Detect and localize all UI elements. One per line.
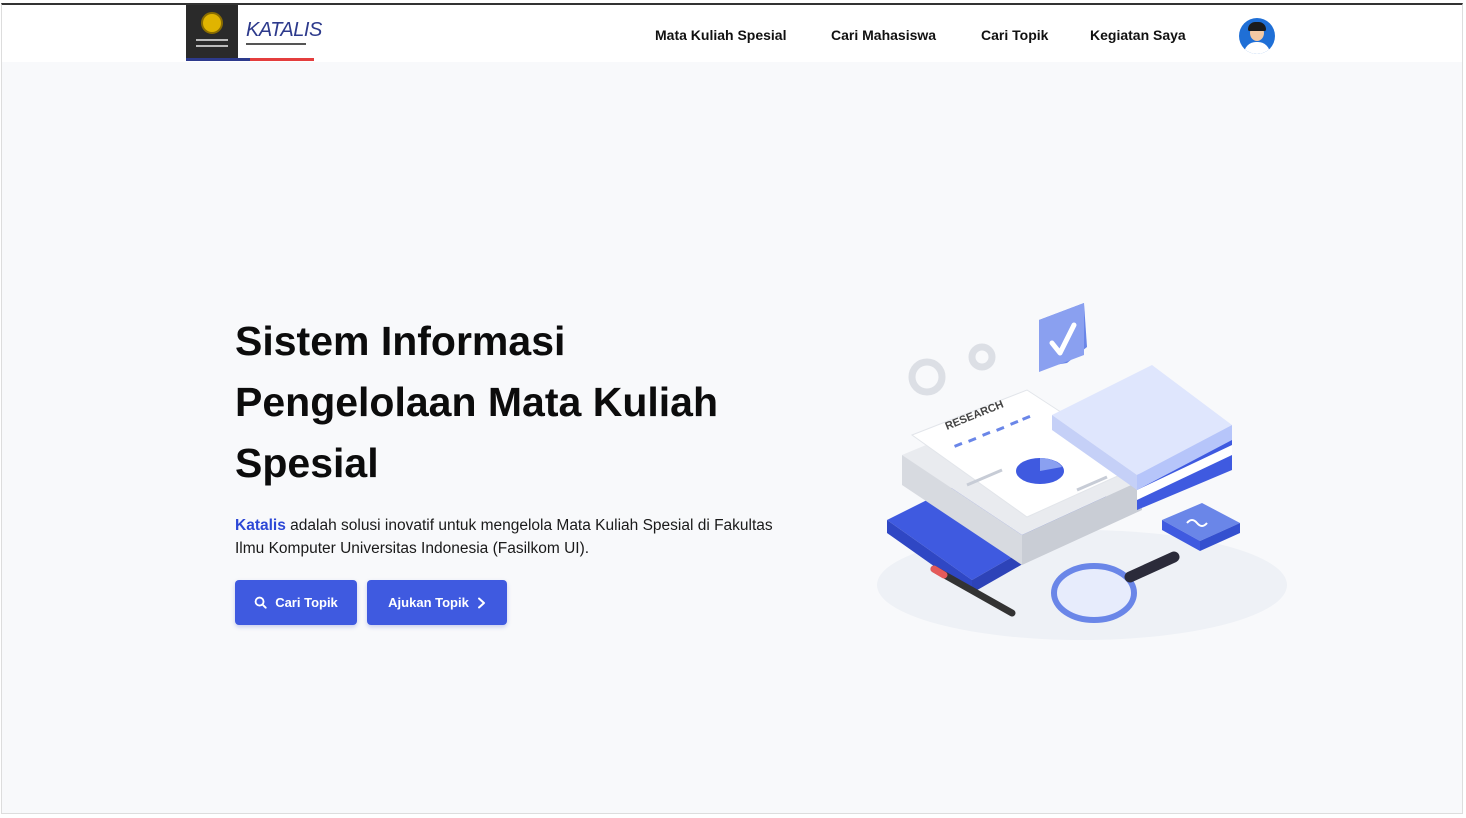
hero-title-line-2: Pengelolaan Mata Kuliah (235, 379, 718, 425)
search-topic-button-label: Cari Topik (275, 595, 338, 610)
gear-icon (908, 343, 996, 396)
search-icon (254, 596, 267, 609)
page-frame: KATALIS Mata Kuliah Spesial Cari Mahasis… (1, 3, 1463, 814)
hero-title-line-1: Sistem Informasi (235, 318, 566, 364)
nav-kegiatan-saya[interactable]: Kegiatan Saya (1090, 27, 1186, 43)
brand-wordmark: KATALIS (246, 19, 322, 41)
hero-description: Katalis adalah solusi inovatif untuk men… (235, 514, 780, 560)
submit-topic-button-label: Ajukan Topik (388, 595, 469, 610)
nav-mata-kuliah-spesial[interactable]: Mata Kuliah Spesial (655, 27, 786, 43)
navbar: KATALIS Mata Kuliah Spesial Cari Mahasis… (2, 5, 1462, 62)
nav-cari-topik[interactable]: Cari Topik (981, 27, 1048, 43)
hero-description-text: adalah solusi inovatif untuk mengelola M… (235, 517, 773, 557)
research-illustration: RESEARCH (877, 303, 1287, 640)
katalis-logo[interactable]: KATALIS (186, 5, 322, 61)
hero-title: Sistem Informasi Pengelolaan Mata Kuliah… (235, 311, 795, 494)
search-topic-button[interactable]: Cari Topik (235, 580, 357, 625)
university-seal-icon (186, 5, 238, 58)
chevron-right-icon (477, 597, 485, 608)
user-avatar[interactable] (1239, 18, 1275, 54)
hero-brand-name: Katalis (235, 517, 286, 534)
nav-cari-mahasiswa[interactable]: Cari Mahasiswa (831, 27, 936, 43)
hero-title-line-3: Spesial (235, 440, 379, 486)
submit-topic-button[interactable]: Ajukan Topik (367, 580, 507, 625)
